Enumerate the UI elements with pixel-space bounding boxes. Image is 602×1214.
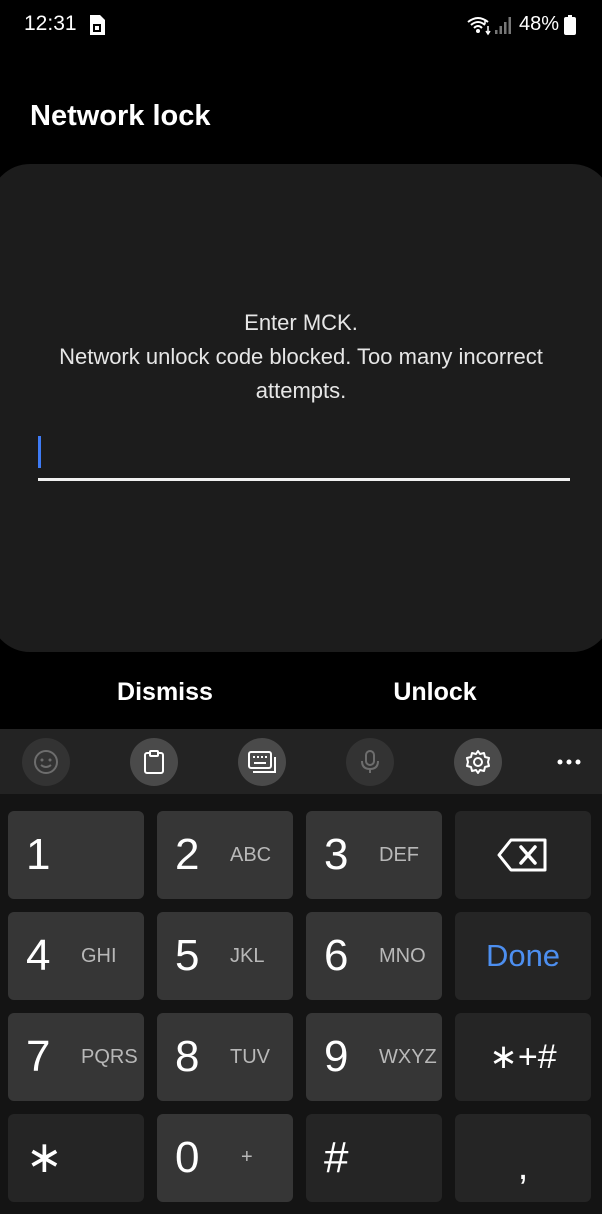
settings-icon: [466, 750, 490, 774]
symbols-label: ∗+#: [489, 1038, 557, 1076]
comma-label: ,: [517, 1145, 529, 1188]
message-line-2: Network unlock code blocked. Too many in…: [59, 344, 543, 369]
key-5[interactable]: 5 JKL: [157, 912, 293, 1000]
keyboard-mode-button[interactable]: [238, 738, 286, 786]
battery-percentage: 48%: [519, 13, 560, 35]
backspace-icon: [497, 838, 547, 872]
key-star-symbol: ∗: [26, 1133, 63, 1182]
comma-key[interactable]: ,: [455, 1114, 591, 1202]
signal-icon: [495, 17, 511, 34]
key-2[interactable]: 2 ABC: [157, 811, 293, 899]
message-line-3: attempts.: [255, 378, 347, 403]
key-4-digit: 4: [26, 931, 51, 980]
key-5-letters: JKL: [230, 945, 265, 967]
key-3-letters: DEF: [379, 844, 419, 866]
done-label: Done: [485, 938, 561, 973]
key-7-letters: PQRS: [81, 1046, 138, 1068]
key-7[interactable]: 7 PQRS: [8, 1013, 144, 1101]
key-7-digit: 7: [26, 1032, 51, 1081]
numeric-keypad: 1 2 ABC 3 DEF 4 GHI 5 JKL 6 MNO Done 7 P…: [0, 794, 602, 1214]
backspace-key-content: [455, 811, 591, 899]
key-9[interactable]: 9 WXYZ: [306, 1013, 442, 1101]
key-0-digit: 0: [175, 1133, 200, 1182]
key-4-letters: GHI: [81, 945, 117, 967]
mck-code-input[interactable]: [38, 430, 570, 481]
key-0-plus: +: [241, 1146, 253, 1168]
keyboard-icon: [248, 751, 276, 773]
sim-card-icon: [90, 15, 105, 35]
dialog-message: Enter MCK. Network unlock code blocked. …: [10, 306, 592, 408]
key-2-letters: ABC: [230, 844, 272, 866]
key-9-digit: 9: [324, 1032, 349, 1081]
key-8[interactable]: 8 TUV: [157, 1013, 293, 1101]
key-2-digit: 2: [175, 830, 200, 879]
key-1-digit: 1: [26, 830, 51, 879]
key-6-letters: MNO: [379, 945, 426, 967]
key-3[interactable]: 3 DEF: [306, 811, 442, 899]
backspace-key[interactable]: [455, 811, 591, 899]
more-options-icon: [557, 759, 581, 765]
more-options-button[interactable]: [545, 738, 593, 786]
dialog-card: [0, 164, 602, 652]
comma-key-content: ,: [455, 1114, 591, 1202]
key-8-letters: TUV: [230, 1046, 270, 1068]
microphone-icon: [361, 750, 379, 773]
key-6-digit: 6: [324, 931, 349, 980]
done-key[interactable]: Done: [455, 912, 591, 1000]
symbols-key[interactable]: ∗+#: [455, 1013, 591, 1101]
dismiss-button[interactable]: Dismiss: [60, 672, 270, 712]
key-6[interactable]: 6 MNO: [306, 912, 442, 1000]
keyboard-settings-button[interactable]: [454, 738, 502, 786]
emoji-icon: [34, 750, 58, 774]
key-5-digit: 5: [175, 931, 200, 980]
emoji-button[interactable]: [22, 738, 70, 786]
wifi-icon: [467, 17, 491, 36]
key-star[interactable]: ∗: [8, 1114, 144, 1202]
key-1[interactable]: 1: [8, 811, 144, 899]
message-line-1: Enter MCK.: [244, 310, 358, 335]
voice-input-button[interactable]: [346, 738, 394, 786]
status-bar: 12:31 48%: [0, 0, 602, 52]
key-hash[interactable]: #: [306, 1114, 442, 1202]
clipboard-button[interactable]: [130, 738, 178, 786]
key-9-letters: WXYZ: [379, 1046, 437, 1068]
key-hash-symbol: #: [324, 1133, 349, 1182]
symbols-key-content: ∗+#: [455, 1013, 591, 1101]
page-title: Network lock: [30, 100, 211, 132]
key-0[interactable]: 0 +: [157, 1114, 293, 1202]
battery-icon: [564, 15, 576, 35]
keyboard-toolbar: [0, 729, 602, 794]
unlock-button[interactable]: Unlock: [330, 672, 540, 712]
done-key-content: Done: [455, 912, 591, 1000]
status-time: 12:31: [24, 12, 77, 35]
key-3-digit: 3: [324, 830, 349, 879]
key-8-digit: 8: [175, 1032, 200, 1081]
key-4[interactable]: 4 GHI: [8, 912, 144, 1000]
clipboard-icon: [144, 750, 164, 774]
text-caret: [38, 436, 41, 468]
